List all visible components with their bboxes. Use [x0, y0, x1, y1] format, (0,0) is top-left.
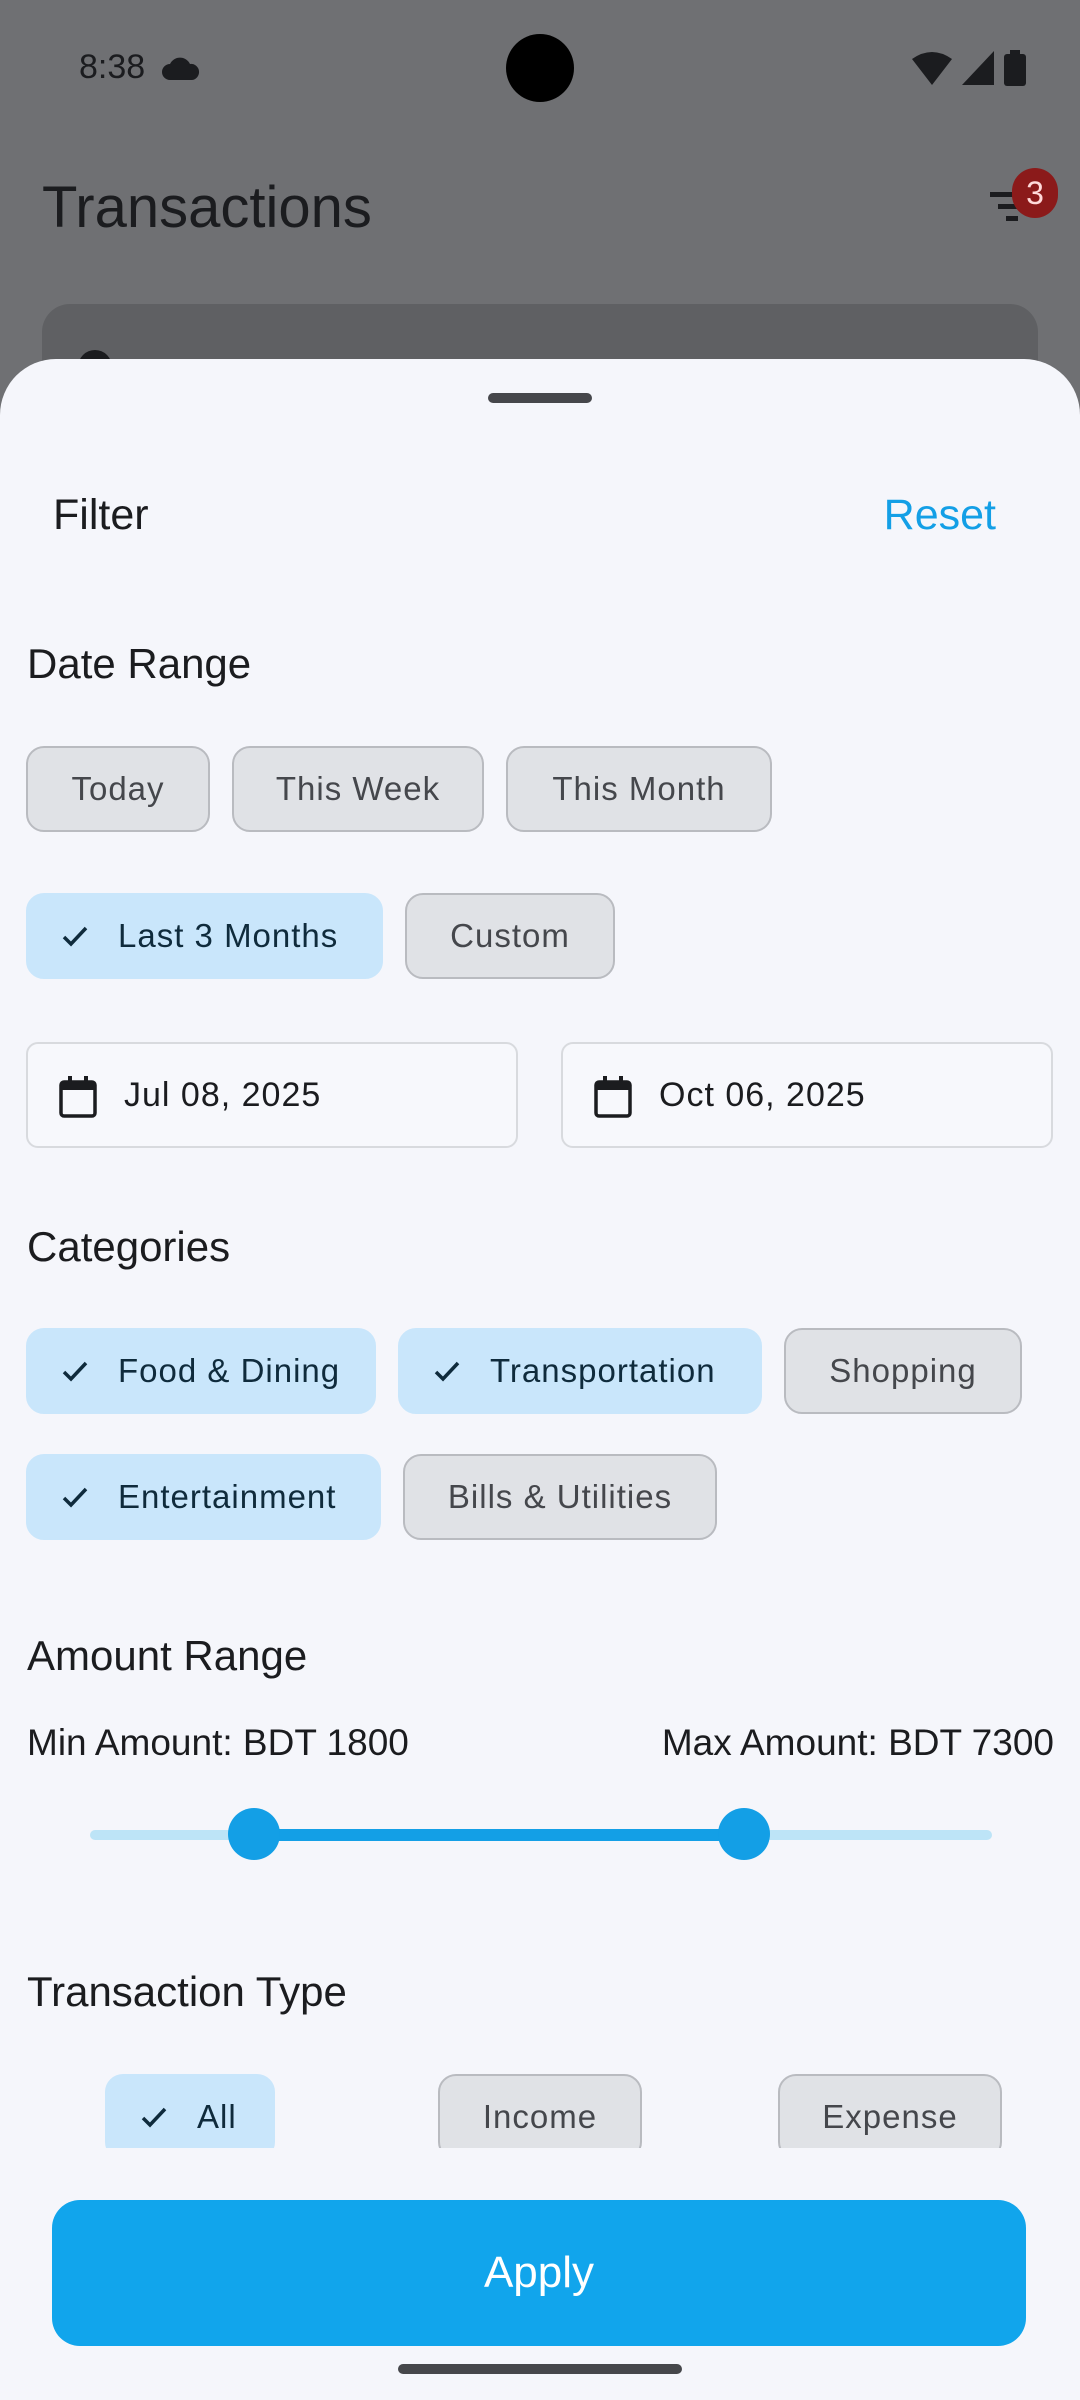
- check-icon: [62, 926, 88, 947]
- check-icon: [434, 1361, 460, 1382]
- chip-label: Transportation: [490, 1352, 716, 1389]
- end-date-value: Oct 06, 2025: [659, 1076, 866, 1114]
- calendar-icon: [59, 1076, 97, 1118]
- chip-this-week[interactable]: This Week: [232, 746, 484, 832]
- camera-cutout: [506, 34, 574, 102]
- chip-label: Entertainment: [118, 1478, 337, 1515]
- chip-food-dining[interactable]: Food & Dining: [26, 1328, 376, 1414]
- amount-range-slider-active: [254, 1829, 744, 1841]
- check-icon: [62, 1487, 88, 1508]
- page-title: Transactions: [42, 175, 372, 240]
- filter-count-badge: 3: [1012, 168, 1058, 218]
- end-date-field[interactable]: Oct 06, 2025: [561, 1042, 1053, 1148]
- chip-today[interactable]: Today: [26, 746, 210, 832]
- calendar-icon: [594, 1076, 632, 1118]
- chip-label: Food & Dining: [118, 1352, 341, 1389]
- chip-label: All: [197, 2098, 237, 2135]
- apply-button[interactable]: Apply: [52, 2200, 1026, 2346]
- chip-label: This Week: [275, 770, 441, 807]
- chip-label: Today: [71, 770, 165, 807]
- chip-label: Shopping: [829, 1352, 977, 1389]
- battery-icon: [1004, 50, 1026, 86]
- chip-label: Last 3 Months: [118, 917, 339, 954]
- cloud-icon: [162, 57, 200, 80]
- chip-label: Expense: [822, 2098, 958, 2135]
- categories-title: Categories: [27, 1223, 231, 1270]
- chip-last-3-months[interactable]: Last 3 Months: [26, 893, 383, 979]
- check-icon: [62, 1361, 88, 1382]
- chip-shopping[interactable]: Shopping: [784, 1328, 1022, 1414]
- chip-transportation[interactable]: Transportation: [398, 1328, 762, 1414]
- amount-range-title: Amount Range: [27, 1632, 308, 1679]
- chip-label: Custom: [450, 917, 570, 954]
- cellular-signal-icon: [962, 51, 994, 85]
- home-indicator[interactable]: [398, 2364, 682, 2374]
- date-range-title: Date Range: [27, 640, 252, 687]
- start-date-field[interactable]: Jul 08, 2025: [26, 1042, 518, 1148]
- check-icon: [141, 2107, 167, 2128]
- chip-label: Bills & Utilities: [447, 1478, 673, 1515]
- chip-custom[interactable]: Custom: [405, 893, 615, 979]
- reset-button[interactable]: Reset: [884, 491, 996, 540]
- sheet-title: Filter: [53, 491, 149, 539]
- drag-handle[interactable]: [488, 393, 592, 403]
- max-amount-label: Max Amount: BDT 7300: [661, 1722, 1054, 1763]
- chip-entertainment[interactable]: Entertainment: [26, 1454, 381, 1540]
- chip-label: Income: [482, 2098, 598, 2135]
- status-icons: [912, 50, 1026, 86]
- transaction-type-title: Transaction Type: [27, 1968, 347, 2015]
- status-bar: 8:38: [0, 0, 1080, 136]
- chip-bills-utilities[interactable]: Bills & Utilities: [403, 1454, 717, 1540]
- min-amount-label: Min Amount: BDT 1800: [27, 1722, 409, 1763]
- start-date-value: Jul 08, 2025: [124, 1076, 322, 1114]
- chip-this-month[interactable]: This Month: [506, 746, 772, 832]
- wifi-icon: [912, 52, 952, 85]
- max-amount-thumb[interactable]: [718, 1808, 770, 1860]
- min-amount-thumb[interactable]: [228, 1808, 280, 1860]
- status-time: 8:38: [79, 48, 146, 86]
- chip-label: This Month: [552, 770, 726, 807]
